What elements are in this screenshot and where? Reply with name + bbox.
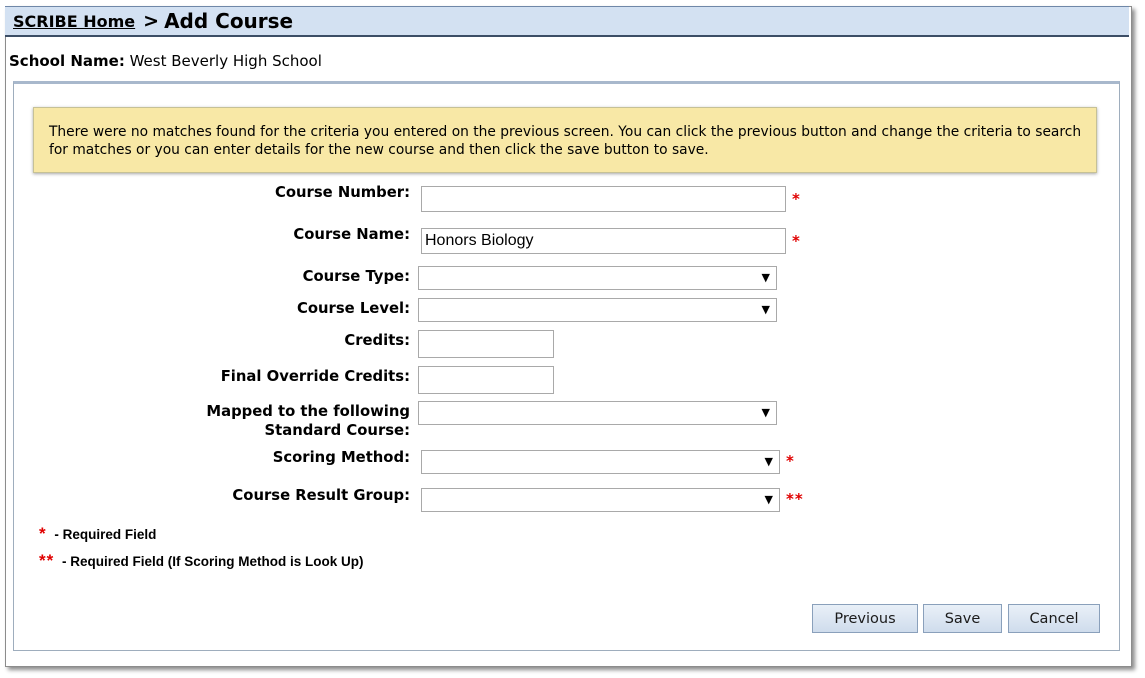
scoring-method-required-mark: * [786,452,795,470]
course-result-group-select[interactable]: ▼ [421,488,780,512]
standard-course-label-line1: Mapped to the following [206,403,410,420]
scoring-method-select[interactable]: ▼ [421,450,780,474]
page-title: Add Course [164,9,294,33]
course-name-input[interactable] [421,228,786,254]
school-name-value: West Beverly High School [129,52,322,70]
conditional-required-legend-text: - Required Field (If Scoring Method is L… [62,554,364,569]
course-result-group-required-mark: ** [786,490,804,508]
previous-button[interactable]: Previous [812,604,918,633]
course-type-label: Course Type: [302,268,410,285]
save-button[interactable]: Save [923,604,1002,633]
final-override-credits-input[interactable] [418,366,554,394]
no-matches-notice: There were no matches found for the crit… [33,107,1097,173]
page-header: SCRIBE Home > Add Course [5,6,1129,37]
course-number-label: Course Number: [274,184,410,201]
credits-label: Credits: [344,332,410,349]
course-level-label: Course Level: [297,300,410,317]
cancel-button[interactable]: Cancel [1008,604,1100,633]
school-name-label: School Name: [9,52,125,70]
final-override-credits-label: Final Override Credits: [220,368,410,385]
chevron-down-icon: ▼ [761,406,770,419]
breadcrumb-separator: > [143,10,160,32]
course-number-required-mark: * [792,190,801,208]
course-level-select[interactable]: ▼ [418,298,777,322]
course-type-select[interactable]: ▼ [418,266,777,290]
standard-course-select[interactable]: ▼ [418,401,777,425]
chevron-down-icon: ▼ [764,493,773,506]
conditional-required-legend: ** - Required Field (If Scoring Method i… [39,551,364,571]
credits-input[interactable] [418,330,554,358]
course-result-group-label: Course Result Group: [232,487,410,504]
standard-course-label-line2: Standard Course: [264,422,410,439]
required-field-legend: * - Required Field [39,524,156,544]
double-required-mark: ** [39,551,55,570]
standard-course-label: Mapped to the following Standard Course: [206,402,410,440]
scoring-method-label: Scoring Method: [272,449,410,466]
chevron-down-icon: ▼ [761,303,770,316]
breadcrumb-home-link[interactable]: SCRIBE Home [13,12,135,31]
required-field-legend-text: - Required Field [54,527,157,542]
required-mark: * [39,524,47,543]
course-name-required-mark: * [792,232,801,250]
course-name-label: Course Name: [293,226,410,243]
chevron-down-icon: ▼ [761,271,770,284]
school-name-row: School Name: West Beverly High School [9,52,322,70]
chevron-down-icon: ▼ [764,455,773,468]
course-number-input[interactable] [421,186,786,212]
